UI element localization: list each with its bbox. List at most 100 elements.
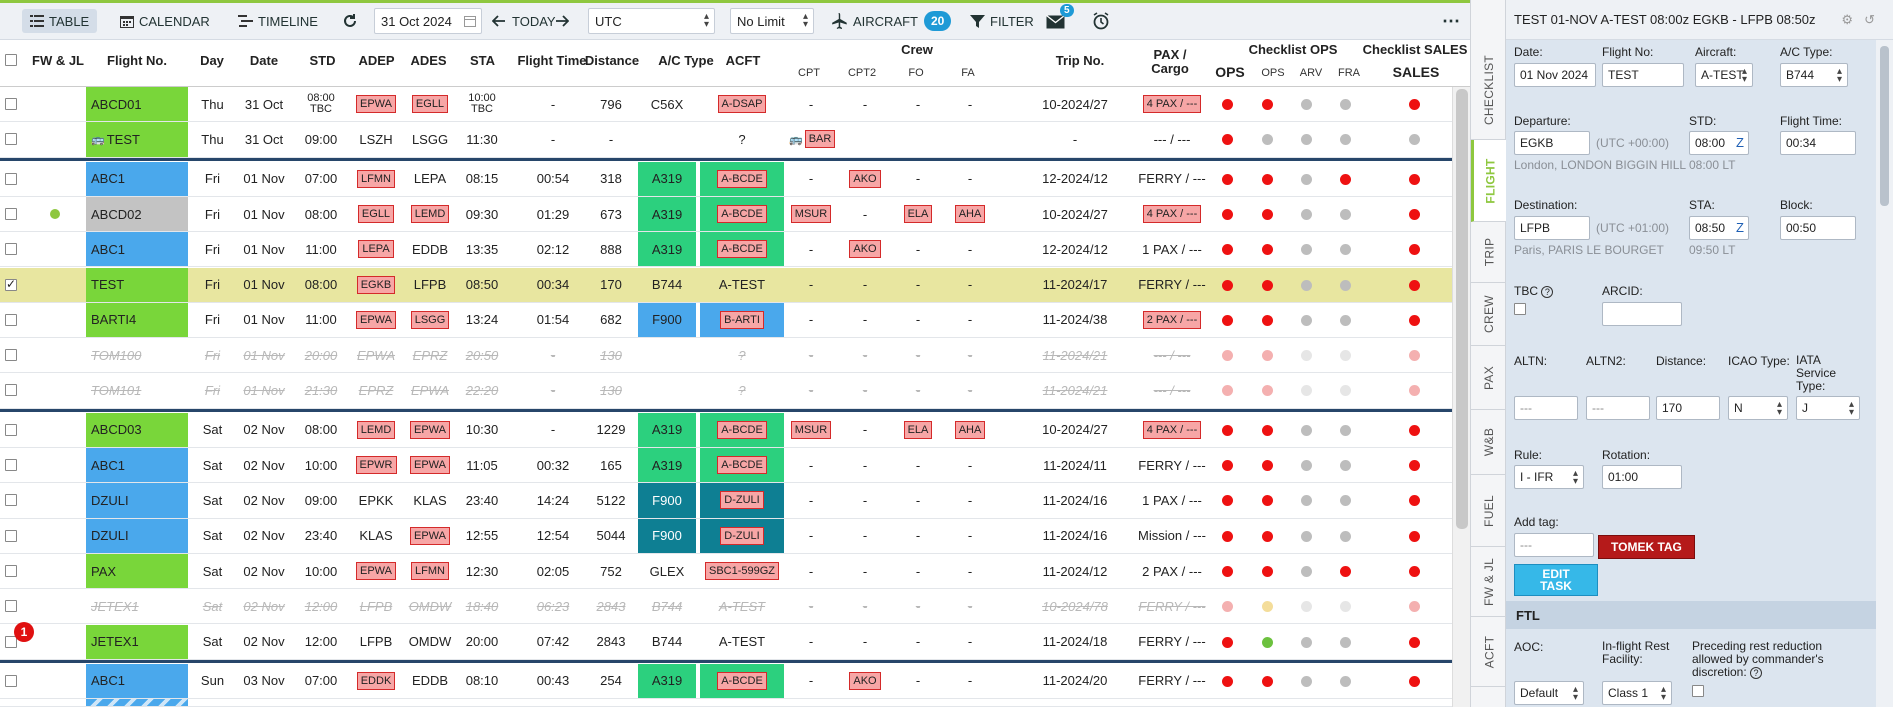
ops-main-status-dot[interactable] [1222,314,1233,326]
ops-status-dot[interactable] [1262,675,1273,687]
table-row[interactable]: ABC1 Sat 02 Nov 10:00 EPWR EPWA 11:05 00:32 165 A… [0,448,1452,484]
table-row[interactable]: 🚌 TEST Thu 31 Oct 09:00 LSZH LSGG 11:30- -? 🚌 BAR -… [0,122,1452,158]
fra-status-dot[interactable] [1340,675,1351,687]
tab-crew[interactable]: CREW [1471,283,1507,346]
ops-main-status-dot[interactable] [1222,636,1233,648]
col-fo[interactable]: FO [892,67,940,79]
col-fa[interactable]: FA [944,67,992,79]
table-row[interactable]: TOM100 Fri 01 Nov 20:00 EPWA EPRZ 20:50-130? - -… [0,338,1452,374]
tab-trip[interactable]: TRIP [1471,222,1507,283]
row-checkbox[interactable] [5,207,17,220]
ops-status-dot[interactable] [1262,636,1273,648]
col-cpt2[interactable]: CPT2 [838,67,886,79]
ops-status-dot[interactable] [1262,279,1273,291]
rest-reduction-checkbox[interactable] [1692,685,1704,697]
ops-status-dot[interactable] [1262,460,1273,471]
ops-main-status-dot[interactable] [1222,279,1233,291]
flightno-field[interactable]: TEST [1602,63,1684,87]
sales-status-dot[interactable] [1409,601,1420,613]
sales-status-dot[interactable] [1409,636,1420,648]
tab-w-b[interactable]: W&B [1471,410,1507,475]
panel-scrollbar-thumb[interactable] [1880,46,1889,206]
row-checkbox[interactable] [5,243,17,256]
ops-main-status-dot[interactable] [1222,350,1233,362]
ops-main-status-dot[interactable] [1222,675,1233,687]
departure-field[interactable]: EGKB [1514,131,1590,155]
col-fw-jl[interactable]: FW & JL [32,53,84,68]
altn-field[interactable]: --- [1514,396,1578,420]
std-field[interactable]: 08:00 Z [1689,131,1749,155]
arv-status-dot[interactable] [1301,495,1312,507]
sales-status-dot[interactable] [1409,134,1420,146]
ops-main-status-dot[interactable] [1222,424,1233,436]
row-checkbox[interactable] [5,172,17,185]
table-row-partial[interactable] [0,699,1452,707]
panel-scrollbar[interactable] [1876,40,1893,707]
row-checkbox[interactable] [5,674,17,687]
fra-status-dot[interactable] [1340,314,1351,326]
sales-status-dot[interactable] [1409,460,1420,471]
table-view-button[interactable]: TABLE [22,9,98,33]
row-checkbox[interactable] [5,384,17,397]
calendar-picker-icon[interactable] [464,15,476,27]
sales-status-dot[interactable] [1409,279,1420,291]
arv-status-dot[interactable] [1301,134,1312,146]
ops-status-dot[interactable] [1262,495,1273,507]
col-arv[interactable]: ARV [1294,67,1328,79]
sta-field[interactable]: 08:50 Z [1689,216,1749,240]
col-day[interactable]: Day [194,53,230,68]
fra-status-dot[interactable] [1340,565,1351,577]
row-checkbox[interactable] [5,423,17,436]
row-checkbox[interactable] [5,459,17,471]
ops-main-status-dot[interactable] [1222,99,1233,110]
col-date[interactable]: Date [240,53,288,68]
icao-select[interactable]: N ▴ ▾ [1728,396,1788,420]
arv-status-dot[interactable] [1301,350,1312,362]
col-sta[interactable]: STA [460,53,505,68]
block-field[interactable]: 00:50 [1780,216,1856,240]
tomek-tag-button[interactable]: TOMEK TAG [1598,535,1695,559]
table-row[interactable]: ABC1 Fri 01 Nov 11:00 LEPA EDDB 13:35 02:12 888 A… [0,232,1452,268]
fra-status-dot[interactable] [1340,460,1351,471]
info-icon[interactable]: ? [1750,667,1763,679]
next-day-button[interactable] [555,9,574,33]
messages-button[interactable]: 5 [1046,4,1074,33]
sales-status-dot[interactable] [1409,565,1420,577]
table-row[interactable]: JETEX1 Sat 02 Nov 12:00 LFPB OMDW 18:40 06:23 28… [0,589,1452,625]
tab-pax[interactable]: PAX [1471,346,1507,410]
sales-status-dot[interactable] [1409,173,1420,185]
ops-main-status-dot[interactable] [1222,173,1233,185]
ftl-section-header[interactable]: FTL [1506,601,1893,629]
arv-status-dot[interactable] [1301,314,1312,326]
col-adep[interactable]: ADEP [354,53,399,68]
ops-status-dot[interactable] [1262,601,1273,613]
table-row[interactable]: ABC1 Fri 01 Nov 07:00 LFMN LEPA 08:15 00:54 318 A… [0,161,1452,197]
row-checkbox[interactable] [5,133,17,146]
table-row[interactable]: 1 JETEX1 Sat 02 Nov 12:00 LFPB OMDW 20:00 07:42 2… [0,621,1452,660]
ops-status-dot[interactable] [1262,424,1273,436]
ops-status-dot[interactable] [1262,244,1273,256]
table-row[interactable]: BARTI4 Fri 01 Nov 11:00 EPWA LSGG 13:24 01:54 68… [0,302,1452,339]
table-row[interactable]: ABCD03 Sat 02 Nov 08:00 LEMD EPWA 10:30 - 1229 A3… [0,412,1452,448]
col-sales[interactable]: SALES [1388,64,1444,80]
row-checkbox[interactable] [5,564,17,577]
table-row[interactable]: TESTFri01 Nov08:00EGKBLFPB08:5000:34170B… [0,267,1452,303]
tbc-checkbox[interactable] [1514,303,1526,315]
col-std[interactable]: STD [300,53,345,68]
col-trip-no[interactable]: Trip No. [1040,53,1120,68]
ops-status-dot[interactable] [1262,565,1273,577]
fra-status-dot[interactable] [1340,279,1351,291]
ops-main-status-dot[interactable] [1222,460,1233,471]
ops-status-dot[interactable] [1262,314,1273,326]
fra-status-dot[interactable] [1340,636,1351,648]
fra-status-dot[interactable] [1340,208,1351,220]
col-pax-cargo-1[interactable]: PAX / [1125,47,1215,62]
row-checkbox[interactable] [5,529,17,542]
arv-status-dot[interactable] [1301,565,1312,577]
arv-status-dot[interactable] [1301,244,1312,256]
info-icon[interactable]: ? [1541,286,1554,298]
tab-fuel[interactable]: FUEL [1471,475,1507,547]
sales-status-dot[interactable] [1409,208,1420,220]
table-row[interactable]: DZULI Sat 02 Nov 09:00 EPKK KLAS 23:40 14:24 512… [0,483,1452,519]
prev-day-button[interactable] [492,9,511,33]
